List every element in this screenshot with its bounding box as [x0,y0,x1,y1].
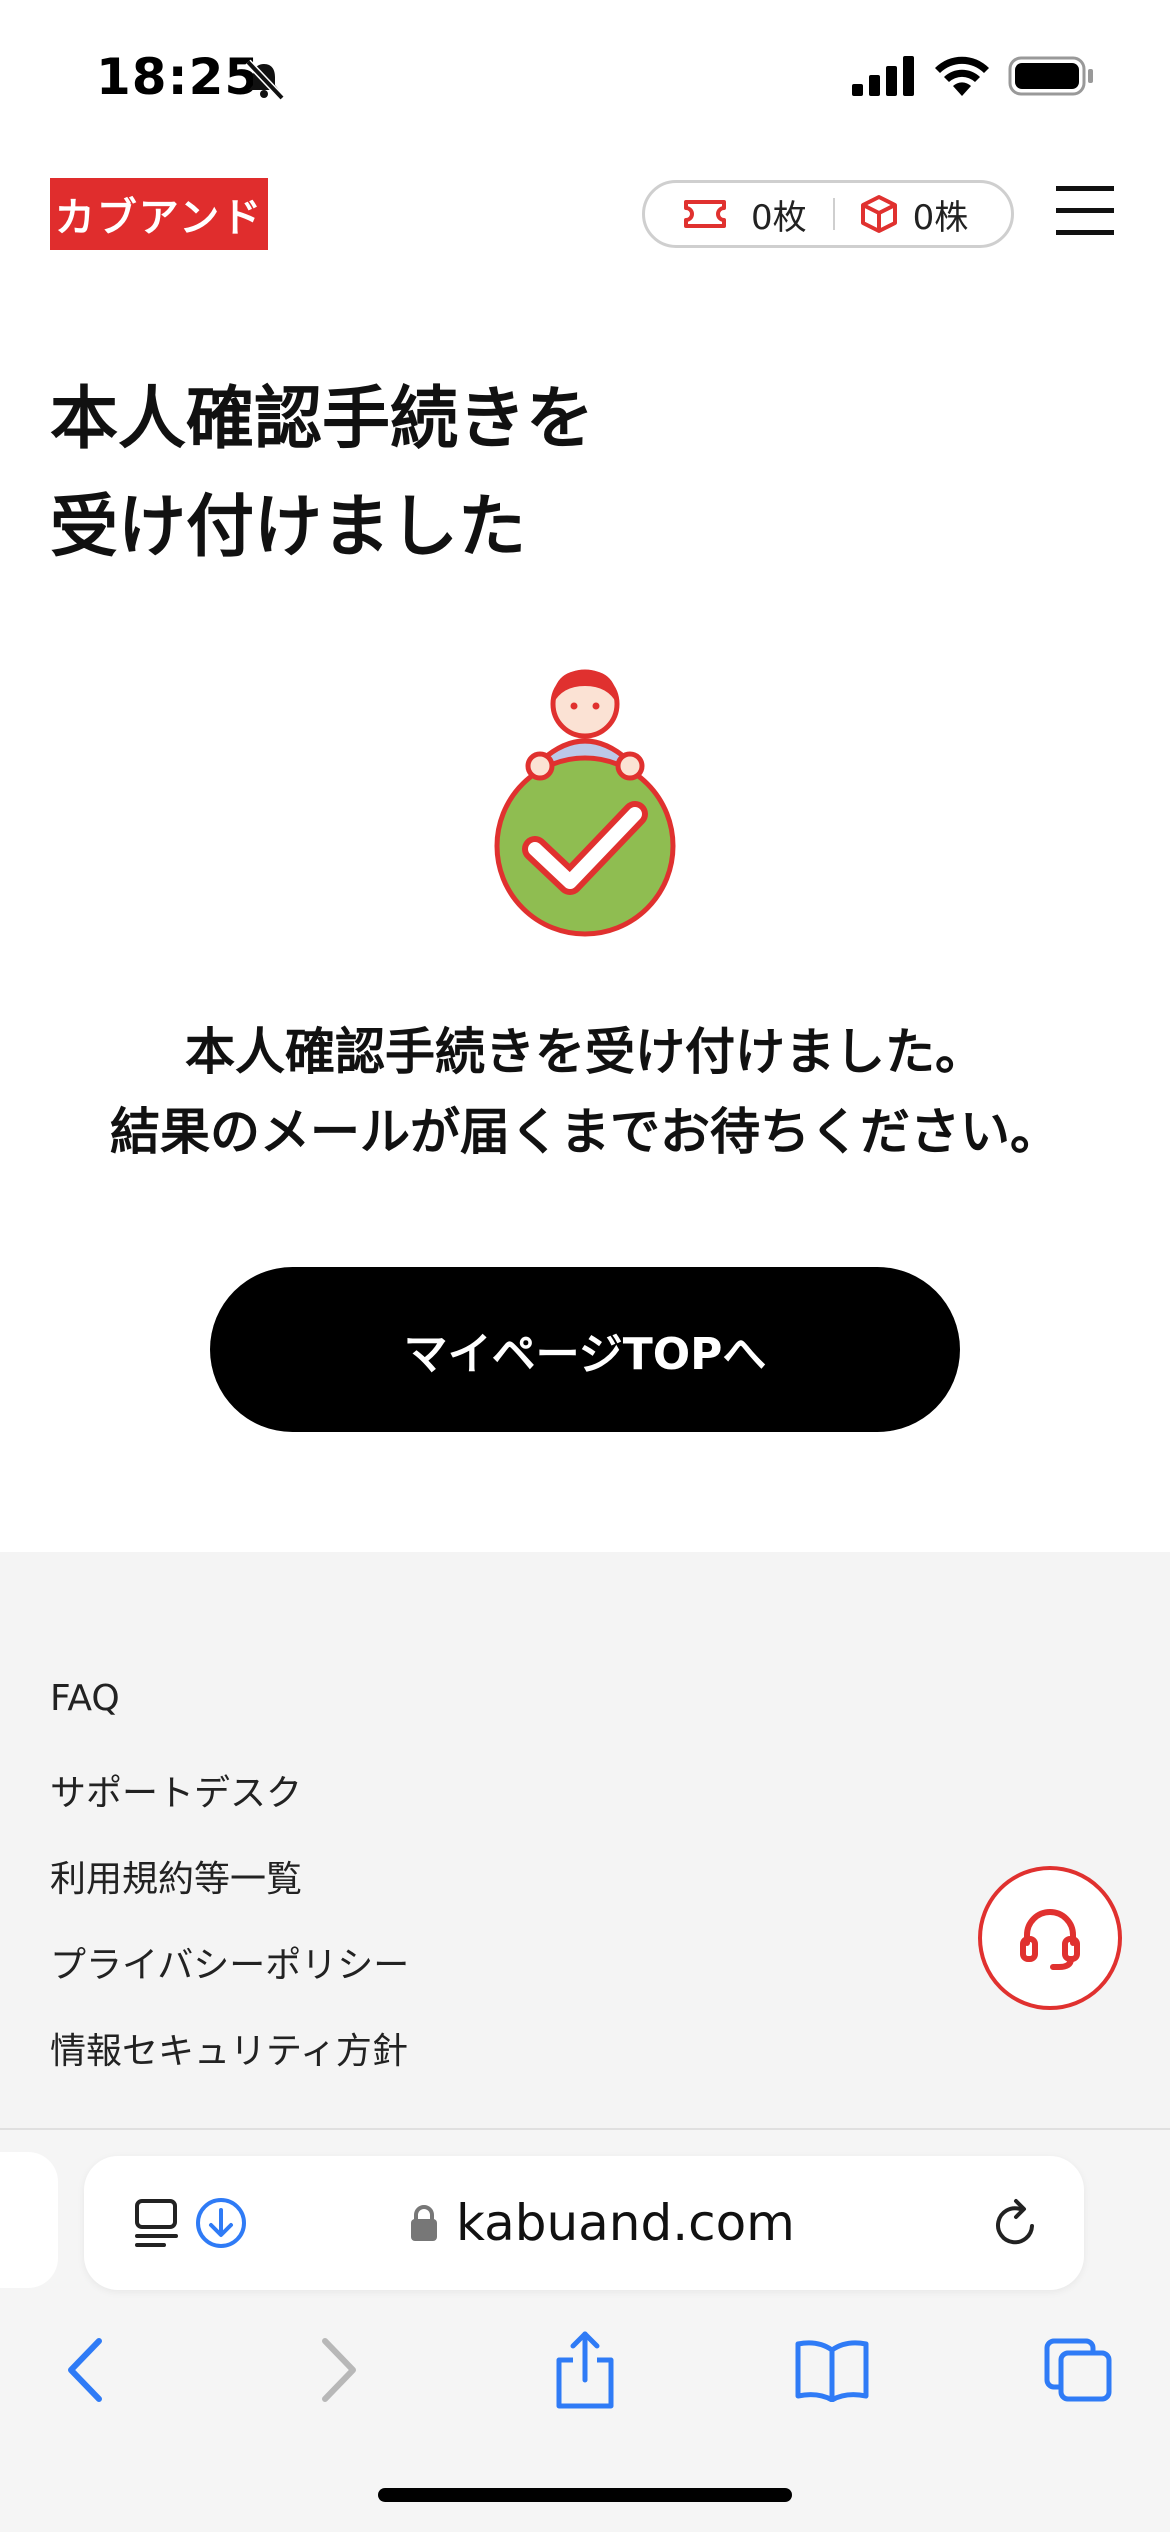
book-icon [795,2340,869,2402]
footer-link-privacy-policy[interactable]: プライバシーポリシー [50,1936,409,1988]
battery-icon [1008,56,1093,96]
tabs-icon [1044,2338,1112,2402]
footer-link-security-policy[interactable]: 情報セキュリティ方針 [50,2022,408,2074]
share-button[interactable] [545,2330,625,2410]
share-count: 0株 [859,190,969,239]
page-title: 本人確認手続きを 受け付けました [50,366,1050,582]
confirmation-message-line-1: 本人確認手続きを受け付けました。 [185,1023,985,1081]
ticket-icon [684,200,726,228]
wifi-icon [935,56,989,96]
confirmation-message-line-2: 結果のメールが届くまでお待ちください。 [110,1103,1060,1161]
chevron-right-icon [322,2338,356,2402]
tabs-button[interactable] [1038,2330,1118,2410]
ticket-count: 0枚 [683,190,807,239]
ticket-count-value: 0枚 [751,197,807,238]
pill-divider [832,198,835,230]
status-bar: 18:25 [0,0,1170,150]
chevron-left-icon [68,2338,102,2402]
bookmarks-button[interactable] [792,2330,872,2410]
points-counter[interactable]: 0枚 0株 [642,180,1014,248]
previous-tab-peek[interactable] [0,2152,58,2288]
reader-mode-icon[interactable] [134,2198,180,2248]
forward-button[interactable] [298,2330,378,2410]
url-text: kabuand.com [456,2194,795,2252]
lock-icon [411,2205,437,2241]
mypage-top-button[interactable]: マイページTOPへ [210,1267,960,1432]
address-bar[interactable]: kabuand.com [84,2156,1084,2290]
browser-toolbar: kabuand.com [0,2128,1170,2532]
share-count-value: 0株 [912,197,969,238]
kabuand-logo[interactable]: カブアンド [50,178,268,250]
headset-icon [1020,1909,1080,1970]
app-header: カブアンド 0枚 0株 [0,150,1170,280]
reload-icon[interactable] [990,2198,1042,2250]
footer: FAQ サポートデスク 利用規約等一覧 プライバシーポリシー 情報セキュリティ方… [0,1552,1170,2132]
back-button[interactable] [46,2330,126,2410]
completion-check-illustration [494,669,676,937]
home-indicator [378,2488,792,2502]
box-icon [860,195,897,233]
status-time: 18:25 [96,48,261,106]
footer-link-terms[interactable]: 利用規約等一覧 [50,1850,302,1902]
support-chat-button[interactable] [978,1866,1122,2010]
share-icon [556,2331,614,2409]
signal-icon [852,56,914,96]
page-title-line-1: 本人確認手続きを [50,380,595,459]
hamburger-menu-icon[interactable] [1056,186,1114,238]
bell-muted-icon [245,59,285,101]
footer-link-faq[interactable]: FAQ [50,1678,120,1719]
footer-link-support-desk[interactable]: サポートデスク [50,1764,302,1816]
download-icon[interactable] [194,2196,248,2250]
confirmation-message: 本人確認手続きを受け付けました。 結果のメールが届くまでお待ちください。 [0,1012,1170,1172]
page-title-line-2: 受け付けました [50,488,527,567]
